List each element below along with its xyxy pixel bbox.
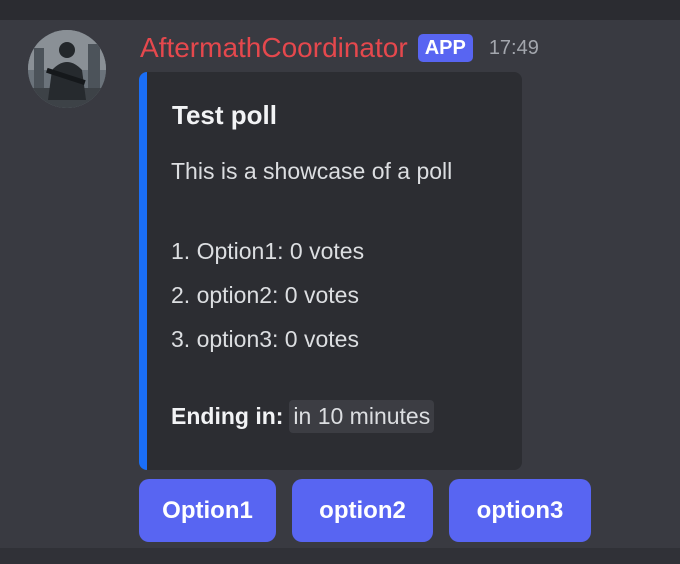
poll-option-line: 1. Option1: 0 votes [171, 238, 365, 264]
bottom-bar [0, 548, 680, 564]
author-avatar[interactable] [28, 30, 106, 108]
poll-option-line: 2. option2: 0 votes [171, 282, 359, 308]
poll-embed: Test poll This is a showcase of a poll 1… [139, 72, 522, 470]
ending-label: Ending in: [171, 403, 284, 429]
embed-description: This is a showcase of a poll [171, 158, 453, 184]
poll-option-line: 3. option3: 0 votes [171, 326, 359, 352]
option1-button[interactable]: Option1 [139, 479, 276, 542]
poll-ending: Ending in: in 10 minutes [171, 400, 435, 433]
embed-title: Test poll [172, 100, 277, 130]
author-username[interactable]: AftermathCoordinator [140, 30, 408, 66]
ending-time-code: in 10 minutes [289, 400, 435, 433]
soldier-avatar-icon [28, 30, 106, 108]
option2-button[interactable]: option2 [292, 479, 433, 542]
message-header: AftermathCoordinator APP 17:49 [140, 30, 539, 66]
top-bar [0, 0, 680, 20]
option3-button[interactable]: option3 [449, 479, 591, 542]
message-timestamp[interactable]: 17:49 [489, 37, 539, 60]
app-badge: APP [417, 34, 473, 62]
